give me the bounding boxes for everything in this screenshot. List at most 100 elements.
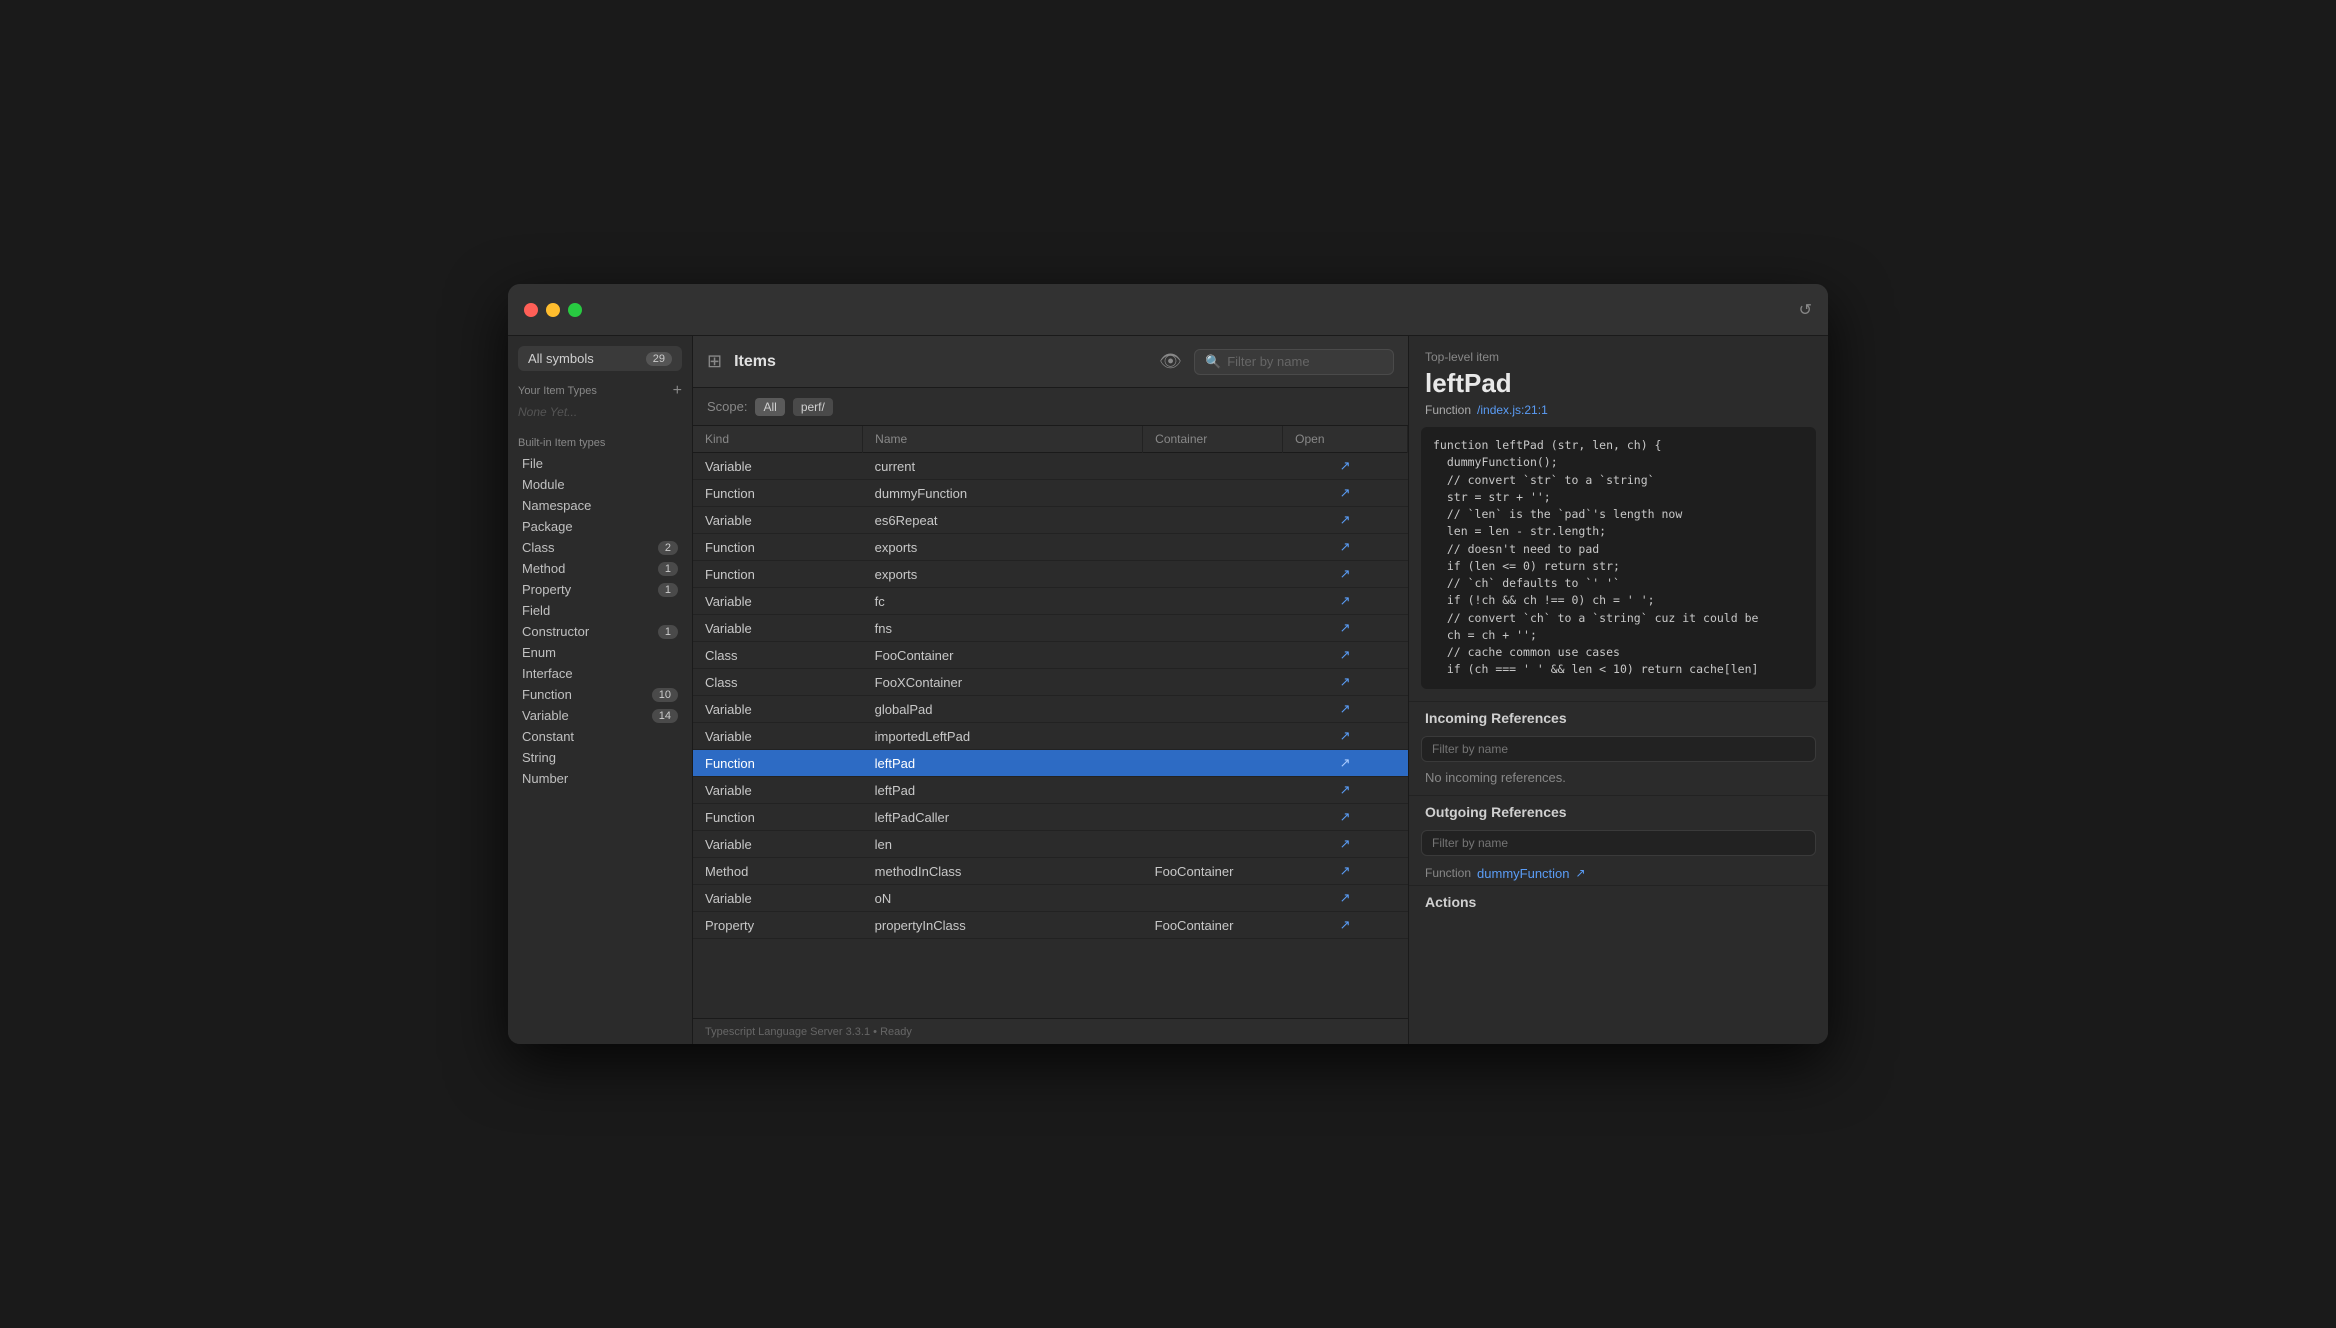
title-bar: ↺ [508, 284, 1828, 336]
table-row[interactable]: ClassFooContainer↗ [693, 642, 1408, 669]
open-arrow-icon: ↗ [1340, 782, 1351, 797]
items-table: Kind Name Container Open Variablecurrent… [693, 426, 1408, 939]
sidebar-items-list: FileModuleNamespacePackageClass2Method1P… [508, 453, 692, 789]
table-row[interactable]: Functionexports ↗ [693, 561, 1408, 588]
scope-all-button[interactable]: All [755, 398, 784, 416]
table-row[interactable]: VariableimportedLeftPad↗ [693, 723, 1408, 750]
outgoing-refs-filter[interactable] [1421, 830, 1816, 856]
open-arrow-icon: ↗ [1340, 485, 1351, 500]
add-item-type-button[interactable]: + [673, 383, 682, 399]
cell-name: globalPad [863, 696, 1143, 723]
table-row[interactable]: PropertypropertyInClassFooContainer↗ [693, 912, 1408, 939]
minimize-button[interactable] [546, 303, 560, 317]
open-arrow-icon: ↗ [1340, 458, 1351, 473]
cell-kind: Function [693, 561, 863, 588]
table-row[interactable]: Variablecurrent↗ [693, 453, 1408, 480]
table-row[interactable]: MethodmethodInClassFooContainer↗ [693, 858, 1408, 885]
sidebar-item-property[interactable]: Property1 [512, 579, 688, 600]
table-row[interactable]: Variablelen↗ [693, 831, 1408, 858]
sidebar-item-field[interactable]: Field [512, 600, 688, 621]
cell-open[interactable]: ↗ [1283, 831, 1408, 858]
table-row[interactable]: FunctiondummyFunction↗ [693, 480, 1408, 507]
table-row[interactable]: ClassFooXContainer↗ [693, 669, 1408, 696]
sidebar-item-method[interactable]: Method1 [512, 558, 688, 579]
sidebar-item-interface[interactable]: Interface [512, 663, 688, 684]
cell-open[interactable]: ↗ [1283, 507, 1408, 534]
cell-open[interactable]: ↗ [1283, 696, 1408, 723]
detail-location[interactable]: /index.js:21:1 [1477, 403, 1548, 417]
visibility-icon[interactable]: 👁 [1159, 351, 1182, 372]
sidebar-item-class[interactable]: Class2 [512, 537, 688, 558]
sidebar-item-package[interactable]: Package [512, 516, 688, 537]
cell-open[interactable]: ↗ [1283, 615, 1408, 642]
cell-open[interactable]: ↗ [1283, 804, 1408, 831]
table-row[interactable]: Functionexports ↗ [693, 534, 1408, 561]
table-row[interactable]: VariableoN↗ [693, 885, 1408, 912]
cell-open[interactable]: ↗ [1283, 885, 1408, 912]
open-arrow-icon: ↗ [1340, 836, 1351, 851]
sidebar-item-constructor[interactable]: Constructor1 [512, 621, 688, 642]
cell-name: exports [863, 561, 1143, 588]
cell-open[interactable]: ↗ [1283, 858, 1408, 885]
maximize-button[interactable] [568, 303, 582, 317]
sidebar-item-label: String [522, 750, 556, 765]
cell-name: es6Repeat [863, 507, 1143, 534]
cell-open[interactable]: ↗ [1283, 534, 1408, 561]
cell-name: leftPad [863, 777, 1143, 804]
cell-open[interactable]: ↗ [1283, 561, 1408, 588]
incoming-refs-filter[interactable] [1421, 736, 1816, 762]
sidebar-item-constant[interactable]: Constant [512, 726, 688, 747]
search-box[interactable]: 🔍 Filter by name [1194, 349, 1394, 375]
cell-container [1143, 534, 1283, 561]
sidebar-item-enum[interactable]: Enum [512, 642, 688, 663]
table-row[interactable]: FunctionleftPadCaller↗ [693, 804, 1408, 831]
scope-perf-button[interactable]: perf/ [793, 398, 833, 416]
cell-name: exports [863, 534, 1143, 561]
sidebar-item-file[interactable]: File [512, 453, 688, 474]
cell-kind: Function [693, 750, 863, 777]
cell-open[interactable]: ↗ [1283, 642, 1408, 669]
open-arrow-icon: ↗ [1340, 755, 1351, 770]
sidebar-item-variable[interactable]: Variable14 [512, 705, 688, 726]
cell-kind: Property [693, 912, 863, 939]
open-arrow-icon: ↗ [1340, 566, 1351, 581]
outgoing-ref-name[interactable]: dummyFunction [1477, 866, 1569, 881]
cell-name: current [863, 453, 1143, 480]
refresh-icon[interactable]: ↺ [1799, 300, 1812, 320]
sidebar-item-count: 1 [658, 583, 678, 597]
sidebar-item-number[interactable]: Number [512, 768, 688, 789]
cell-open[interactable]: ↗ [1283, 912, 1408, 939]
table-row[interactable]: Variablees6Repeat↗ [693, 507, 1408, 534]
outgoing-ref-arrow-icon: ↗ [1576, 866, 1586, 880]
actions-title: Actions [1409, 885, 1828, 916]
table-row[interactable]: FunctionleftPad↗ [693, 750, 1408, 777]
cell-container [1143, 561, 1283, 588]
open-arrow-icon: ↗ [1340, 512, 1351, 527]
cell-open[interactable]: ↗ [1283, 723, 1408, 750]
sidebar-item-function[interactable]: Function10 [512, 684, 688, 705]
table-row[interactable]: Variablefns↗ [693, 615, 1408, 642]
toolbar-title: Items [734, 353, 776, 371]
cell-name: leftPadCaller [863, 804, 1143, 831]
cell-kind: Function [693, 534, 863, 561]
table-row[interactable]: Variablefc↗ [693, 588, 1408, 615]
cell-open[interactable]: ↗ [1283, 453, 1408, 480]
table-row[interactable]: VariableleftPad↗ [693, 777, 1408, 804]
cell-open[interactable]: ↗ [1283, 588, 1408, 615]
cell-container [1143, 885, 1283, 912]
cell-open[interactable]: ↗ [1283, 480, 1408, 507]
sidebar-item-label: Class [522, 540, 555, 555]
cell-open[interactable]: ↗ [1283, 777, 1408, 804]
built-in-types-header: Built-in Item types [508, 427, 692, 453]
table-row[interactable]: VariableglobalPad↗ [693, 696, 1408, 723]
sidebar-item-namespace[interactable]: Namespace [512, 495, 688, 516]
sidebar-toggle-icon[interactable]: ⊞ [707, 351, 722, 372]
detail-code-content: function leftPad (str, len, ch) { dummyF… [1433, 437, 1804, 679]
all-symbols-button[interactable]: All symbols 29 [518, 346, 682, 371]
sidebar-item-string[interactable]: String [512, 747, 688, 768]
sidebar-item-module[interactable]: Module [512, 474, 688, 495]
cell-open[interactable]: ↗ [1283, 669, 1408, 696]
status-bar: Typescript Language Server 3.3.1 • Ready [693, 1018, 1408, 1044]
close-button[interactable] [524, 303, 538, 317]
cell-open[interactable]: ↗ [1283, 750, 1408, 777]
